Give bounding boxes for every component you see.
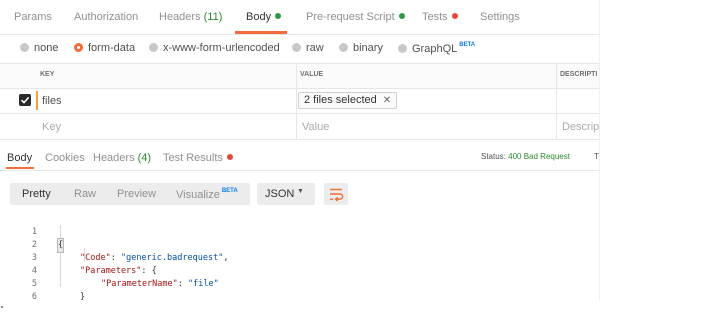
column-description: DESCRIPTI: [560, 71, 598, 78]
code-line: 1 {: [0, 213, 65, 253]
new-description-input[interactable]: Descript: [562, 121, 600, 133]
code-text: "Parameters": {: [80, 266, 157, 276]
new-key-input[interactable]: Key: [42, 121, 61, 133]
code-line: 3 "Parameters": {: [0, 239, 157, 276]
brace-open: {: [56, 238, 65, 253]
radio-icon: [292, 43, 301, 52]
tab-tests[interactable]: Tests: [422, 11, 458, 23]
column-value: VALUE: [300, 71, 324, 78]
table-row: files 2 files selected ✕: [0, 88, 600, 114]
wrap-lines-button[interactable]: [324, 183, 348, 205]
radio-binary[interactable]: binary: [339, 42, 383, 54]
status-code: 400 Bad Request: [508, 152, 570, 161]
view-mode-group: Pretty Raw Preview Visualize BETA: [10, 183, 250, 205]
new-value-input[interactable]: Value: [302, 121, 329, 133]
code-line: 2 "Code": "generic.badrequest",: [0, 226, 229, 263]
response-body-viewer[interactable]: 1 { 2 "Code": "generic.badrequest", 3 "P…: [0, 208, 600, 300]
tab-response-body[interactable]: Body: [7, 152, 32, 164]
radio-raw[interactable]: raw: [292, 42, 324, 54]
active-tab-indicator: [235, 31, 287, 34]
close-icon[interactable]: ✕: [383, 95, 391, 106]
radio-x-www-form-urlencoded[interactable]: x-www-form-urlencoded: [149, 42, 280, 54]
tab-test-results[interactable]: Test Results: [163, 152, 233, 164]
row-drag-indicator: [36, 91, 38, 110]
view-preview-button[interactable]: Preview: [117, 188, 156, 200]
caret-down-icon: ▼: [297, 188, 304, 195]
radio-icon: [339, 43, 348, 52]
view-pretty-button[interactable]: Pretty: [22, 188, 51, 200]
code-text: "Code": "generic.badrequest",: [80, 253, 229, 263]
line-number: 6: [31, 292, 37, 300]
stray-mark: [1, 306, 3, 308]
panel-edge: [599, 0, 600, 300]
body-type-selector: none form-data x-www-form-urlencoded raw…: [0, 35, 600, 61]
postman-request-panel: Params Authorization Headers (11) Body P…: [0, 0, 600, 300]
tab-cookies[interactable]: Cookies: [45, 152, 85, 164]
wrap-lines-icon: [330, 188, 344, 202]
headers-count: (11): [203, 11, 223, 23]
tab-params[interactable]: Params: [14, 11, 52, 23]
radio-checked-icon: [74, 43, 83, 52]
format-selected: JSON: [265, 188, 295, 200]
tests-status-dot: [451, 13, 458, 19]
response-headers-count: (4): [137, 152, 152, 164]
column-key: KEY: [40, 71, 55, 78]
view-raw-button[interactable]: Raw: [74, 188, 96, 200]
tab-body[interactable]: Body: [246, 11, 282, 23]
active-response-tab-indicator: [6, 167, 34, 169]
table-row-new: Key Value Descript: [0, 114, 600, 140]
code-line: 6 }: [0, 278, 37, 300]
graphql-beta-badge: BETA: [459, 42, 476, 48]
tab-pre-request-script[interactable]: Pre-request Script: [306, 11, 405, 23]
visualize-beta-badge: BETA: [221, 188, 238, 194]
radio-icon: [20, 43, 29, 52]
radio-form-data[interactable]: form-data: [74, 42, 135, 54]
code-line: 5 }: [0, 265, 85, 300]
body-status-dot: [275, 13, 282, 19]
format-dropdown[interactable]: JSON ▼: [257, 183, 315, 205]
radio-none[interactable]: none: [20, 42, 58, 54]
brace-close: }: [80, 292, 86, 300]
row-enabled-checkbox[interactable]: [19, 94, 31, 106]
tab-headers[interactable]: Headers (11): [159, 11, 222, 23]
test-results-status-dot: [226, 154, 233, 160]
indent-guide: [60, 225, 61, 287]
radio-icon: [149, 43, 158, 52]
code-text: "ParameterName": "file": [101, 279, 219, 289]
code-line: 4 "ParameterName": "file": [0, 252, 219, 289]
checkmark-icon: [20, 96, 30, 104]
radio-icon: [398, 44, 407, 53]
tab-authorization[interactable]: Authorization: [74, 11, 138, 23]
tab-settings[interactable]: Settings: [480, 11, 520, 23]
view-visualize-button[interactable]: Visualize BETA: [176, 188, 238, 201]
radio-graphql[interactable]: GraphQL BETA: [398, 42, 475, 55]
file-selection-chip[interactable]: 2 files selected ✕: [298, 92, 398, 109]
key-cell[interactable]: files: [42, 95, 62, 107]
pre-request-status-dot: [398, 13, 405, 19]
request-tabs: Params Authorization Headers (11) Body P…: [0, 0, 600, 35]
response-status: Status: 400 Bad Request: [481, 152, 570, 161]
table-header: KEY VALUE DESCRIPTI: [0, 63, 600, 89]
tab-response-headers[interactable]: Headers (4): [93, 152, 151, 164]
